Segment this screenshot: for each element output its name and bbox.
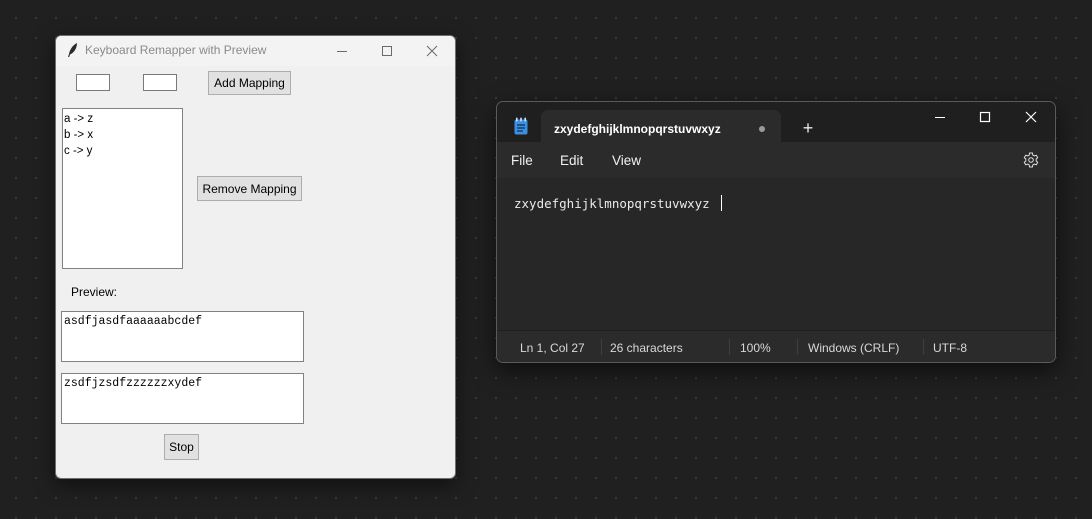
- status-divider: [601, 339, 602, 355]
- document-tab[interactable]: zxydefghijklmnopqrstuvwxyz: [541, 110, 781, 143]
- status-divider: [923, 339, 924, 355]
- preview-label: Preview:: [71, 285, 118, 299]
- plus-icon[interactable]: +: [797, 117, 819, 139]
- close-icon: [426, 45, 438, 57]
- close-button[interactable]: [1008, 102, 1054, 132]
- status-position: Ln 1, Col 27: [520, 341, 585, 355]
- mapping-item[interactable]: b -> x: [63, 127, 182, 143]
- add-mapping-button[interactable]: Add Mapping: [208, 71, 291, 95]
- close-button[interactable]: [409, 36, 455, 66]
- notepad-window: zxydefghijklmnopqrstuvwxyz + File Edit V…: [496, 101, 1056, 363]
- menu-edit[interactable]: Edit: [560, 153, 583, 168]
- status-encoding[interactable]: UTF-8: [933, 341, 967, 355]
- text-caret: [721, 195, 722, 211]
- from-key-entry[interactable]: [76, 74, 110, 91]
- window-title: Keyboard Remapper with Preview: [85, 43, 267, 57]
- to-key-entry[interactable]: [143, 74, 177, 91]
- maximize-icon: [382, 46, 392, 56]
- minimize-button[interactable]: [917, 102, 963, 132]
- mappings-listbox[interactable]: a -> z b -> x c -> y: [62, 108, 183, 269]
- minimize-icon: [935, 117, 945, 118]
- mapping-item[interactable]: a -> z: [63, 111, 182, 127]
- status-divider: [729, 339, 730, 355]
- remove-mapping-button[interactable]: Remove Mapping: [197, 176, 302, 201]
- input-text-box[interactable]: asdfjasdfaaaaaabcdef: [61, 311, 304, 362]
- mapping-item[interactable]: c -> y: [63, 143, 182, 159]
- unsaved-dot-icon[interactable]: [759, 126, 765, 132]
- maximize-button[interactable]: [962, 102, 1008, 132]
- status-divider: [797, 339, 798, 355]
- tab-title: zxydefghijklmnopqrstuvwxyz: [554, 122, 721, 136]
- notepad-icon: [514, 117, 528, 135]
- output-text-box[interactable]: zsdfjzsdfzzzzzzxydef: [61, 373, 304, 424]
- remapper-titlebar[interactable]: Keyboard Remapper with Preview: [56, 36, 455, 66]
- menu-file[interactable]: File: [511, 153, 533, 168]
- maximize-icon: [979, 111, 991, 123]
- remapper-window: Keyboard Remapper with Preview Add Mappi…: [55, 35, 456, 479]
- gear-icon[interactable]: [1023, 152, 1039, 168]
- menu-bar: File Edit View: [497, 142, 1055, 178]
- stop-button[interactable]: Stop: [164, 434, 199, 460]
- status-line-endings[interactable]: Windows (CRLF): [808, 341, 899, 355]
- feather-icon: [68, 43, 77, 57]
- status-bar: Ln 1, Col 27 26 characters 100% Windows …: [497, 330, 1055, 362]
- status-zoom[interactable]: 100%: [740, 341, 771, 355]
- notepad-titlebar[interactable]: zxydefghijklmnopqrstuvwxyz +: [497, 102, 1055, 143]
- menu-view[interactable]: View: [612, 153, 641, 168]
- close-icon: [1025, 111, 1037, 123]
- editor-content[interactable]: zxydefghijklmnopqrstuvwxyz: [514, 196, 710, 211]
- minimize-icon: [337, 51, 347, 52]
- minimize-button[interactable]: [319, 36, 365, 66]
- maximize-button[interactable]: [364, 36, 410, 66]
- text-editor[interactable]: zxydefghijklmnopqrstuvwxyz: [497, 178, 1055, 330]
- status-characters: 26 characters: [610, 341, 683, 355]
